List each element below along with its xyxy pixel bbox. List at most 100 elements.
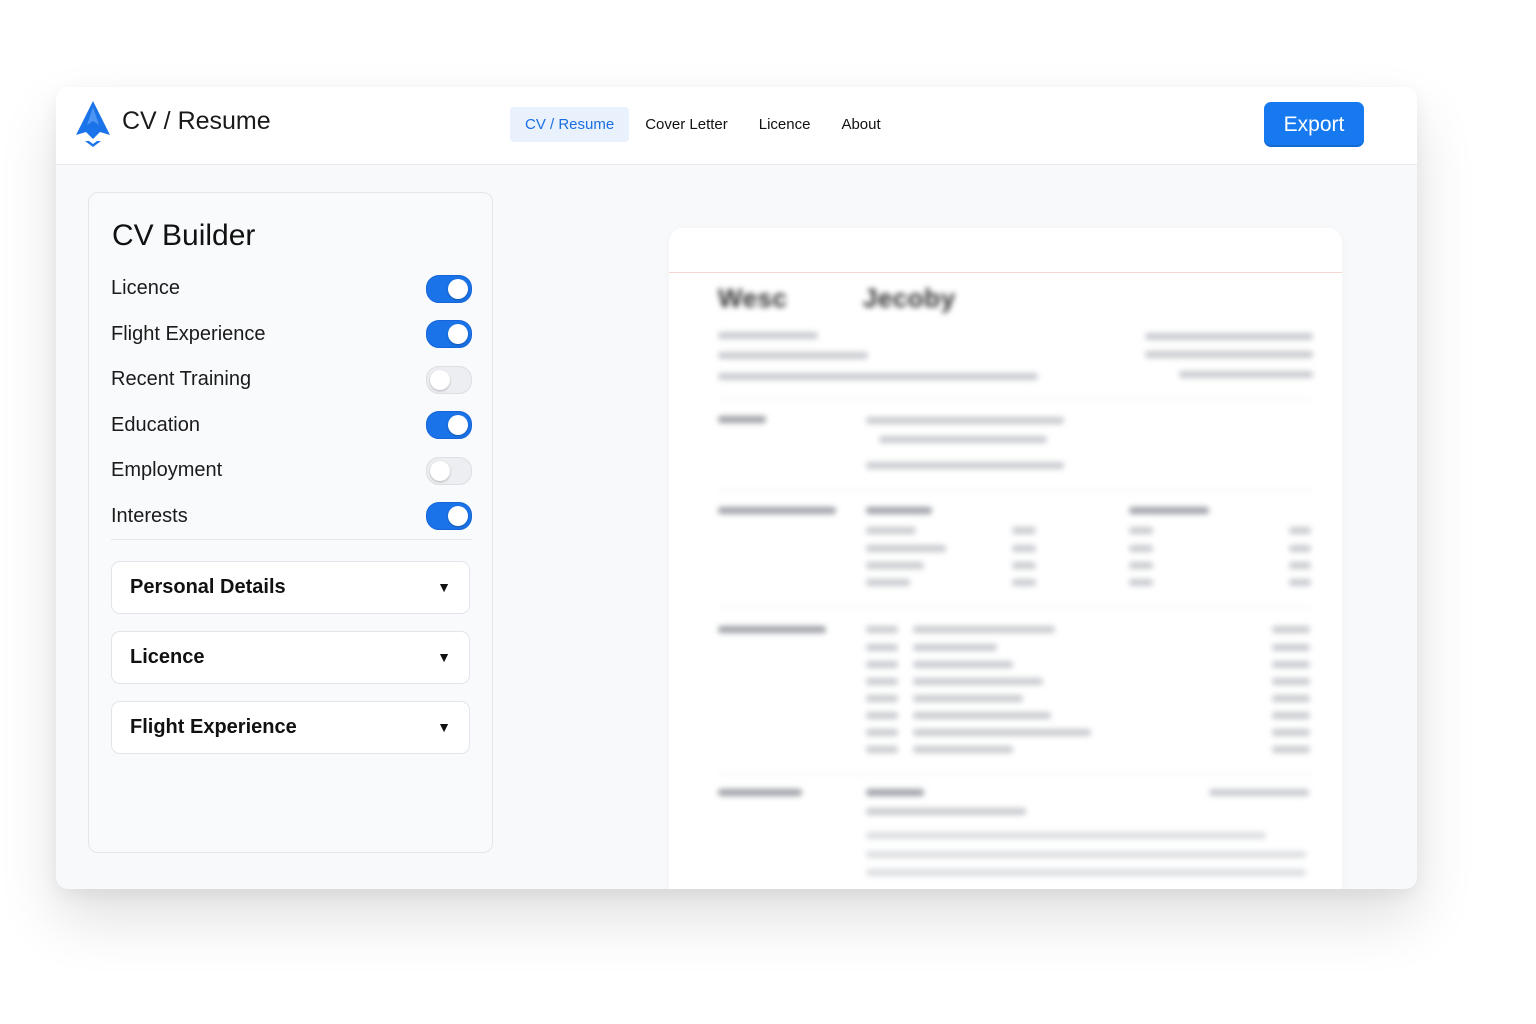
cv-last-name: Jecoby xyxy=(862,283,956,313)
placeholder-line xyxy=(1272,626,1310,633)
top-bar: CV / Resume CV / Resume Cover Letter Lic… xyxy=(56,87,1417,165)
placeholder-line xyxy=(913,712,1051,719)
toggle-row-recent-training: Recent Training xyxy=(111,357,472,403)
placeholder-line xyxy=(718,626,826,633)
placeholder-line xyxy=(913,661,1013,668)
placeholder-line xyxy=(913,746,1013,753)
placeholder-line xyxy=(866,789,924,796)
placeholder-line xyxy=(913,695,1023,702)
flight-experience-toggle[interactable] xyxy=(426,320,472,349)
placeholder-line xyxy=(1129,562,1153,569)
builder-title: CV Builder xyxy=(112,219,256,252)
placeholder-line xyxy=(1129,579,1153,586)
placeholder-line xyxy=(1012,562,1036,569)
placeholder-line xyxy=(913,626,1055,633)
placeholder-line xyxy=(1272,695,1310,702)
placeholder-line xyxy=(866,562,924,569)
caret-down-icon: ▼ xyxy=(437,719,451,735)
education-toggle[interactable] xyxy=(426,411,472,440)
export-button[interactable]: Export xyxy=(1264,102,1364,147)
placeholder-line xyxy=(866,808,1026,815)
toggle-label: Education xyxy=(111,413,200,436)
placeholder-line xyxy=(1272,712,1310,719)
placeholder-line xyxy=(866,644,898,651)
toggle-knob xyxy=(448,415,468,436)
placeholder-line xyxy=(1272,678,1310,685)
toggle-label: Employment xyxy=(111,459,223,482)
placeholder-line xyxy=(866,527,916,534)
licence-accordion[interactable]: Licence ▼ xyxy=(111,631,470,684)
interests-toggle[interactable] xyxy=(426,502,472,531)
placeholder-line xyxy=(1179,371,1313,378)
placeholder-line xyxy=(866,869,1306,876)
placeholder-line xyxy=(1289,562,1311,569)
placeholder-line xyxy=(1012,545,1036,552)
tab-cover-letter[interactable]: Cover Letter xyxy=(630,107,743,142)
caret-down-icon: ▼ xyxy=(437,649,451,665)
placeholder-line xyxy=(718,373,1038,380)
placeholder-line xyxy=(718,332,818,339)
tab-about[interactable]: About xyxy=(826,107,895,142)
placeholder-line xyxy=(913,729,1091,736)
placeholder-line xyxy=(866,746,898,753)
blurred-cv-content: Wesc Jecoby xyxy=(669,228,1342,889)
toggle-label: Interests xyxy=(111,504,188,527)
placeholder-line xyxy=(718,416,766,423)
placeholder-line xyxy=(1289,545,1311,552)
main-nav: CV / Resume Cover Letter Licence About xyxy=(510,107,897,142)
placeholder-line xyxy=(866,712,898,719)
placeholder-line xyxy=(1012,579,1036,586)
placeholder-line xyxy=(866,626,898,633)
placeholder-line xyxy=(1272,746,1310,753)
placeholder-line xyxy=(866,579,910,586)
caret-down-icon: ▼ xyxy=(437,579,451,595)
placeholder-line xyxy=(1129,527,1153,534)
placeholder-rule xyxy=(718,398,1313,399)
cv-preview: Wesc Jecoby xyxy=(669,228,1342,889)
placeholder-line xyxy=(1272,644,1310,651)
toggle-label: Flight Experience xyxy=(111,322,266,345)
placeholder-line xyxy=(866,851,1306,858)
employment-toggle[interactable] xyxy=(426,456,472,485)
tab-cv-resume[interactable]: CV / Resume xyxy=(510,107,630,142)
placeholder-line xyxy=(1272,661,1310,668)
toggle-knob xyxy=(448,324,468,345)
placeholder-line xyxy=(718,352,868,359)
placeholder-line xyxy=(866,661,898,668)
placeholder-line xyxy=(866,729,898,736)
cv-first-name: Wesc xyxy=(718,283,788,313)
toggle-row-flight-experience: Flight Experience xyxy=(111,312,472,358)
placeholder-line xyxy=(866,832,1266,839)
placeholder-line xyxy=(866,545,946,552)
app-title: CV / Resume xyxy=(122,107,271,135)
accordion-label: Flight Experience xyxy=(130,716,297,738)
cv-name: Wesc Jecoby xyxy=(718,283,956,314)
placeholder-line xyxy=(866,417,1064,424)
logo-icon xyxy=(76,101,110,147)
toggle-row-licence: Licence xyxy=(111,266,472,312)
flight-experience-accordion[interactable]: Flight Experience ▼ xyxy=(111,701,470,754)
cv-builder-panel: CV Builder Licence Flight Experience Rec… xyxy=(88,192,493,853)
placeholder-line xyxy=(866,462,1064,469)
divider xyxy=(111,539,472,540)
tab-licence[interactable]: Licence xyxy=(744,107,826,142)
placeholder-line xyxy=(913,644,997,651)
placeholder-line xyxy=(1289,579,1311,586)
placeholder-line xyxy=(1129,507,1209,514)
toggle-knob xyxy=(448,506,468,527)
app-window: CV / Resume CV / Resume Cover Letter Lic… xyxy=(56,87,1417,889)
personal-details-accordion[interactable]: Personal Details ▼ xyxy=(111,561,470,614)
toggle-knob xyxy=(430,369,450,390)
licence-toggle[interactable] xyxy=(426,274,472,303)
placeholder-line xyxy=(1012,527,1036,534)
placeholder-line xyxy=(866,678,898,685)
accordion-label: Licence xyxy=(130,646,205,668)
placeholder-rule xyxy=(718,490,1313,491)
placeholder-line xyxy=(718,507,836,514)
placeholder-line xyxy=(1272,729,1310,736)
accordion-label: Personal Details xyxy=(130,576,286,598)
toggle-row-employment: Employment xyxy=(111,448,472,494)
recent-training-toggle[interactable] xyxy=(426,365,472,394)
placeholder-line xyxy=(1145,351,1313,358)
placeholder-line xyxy=(1289,527,1311,534)
